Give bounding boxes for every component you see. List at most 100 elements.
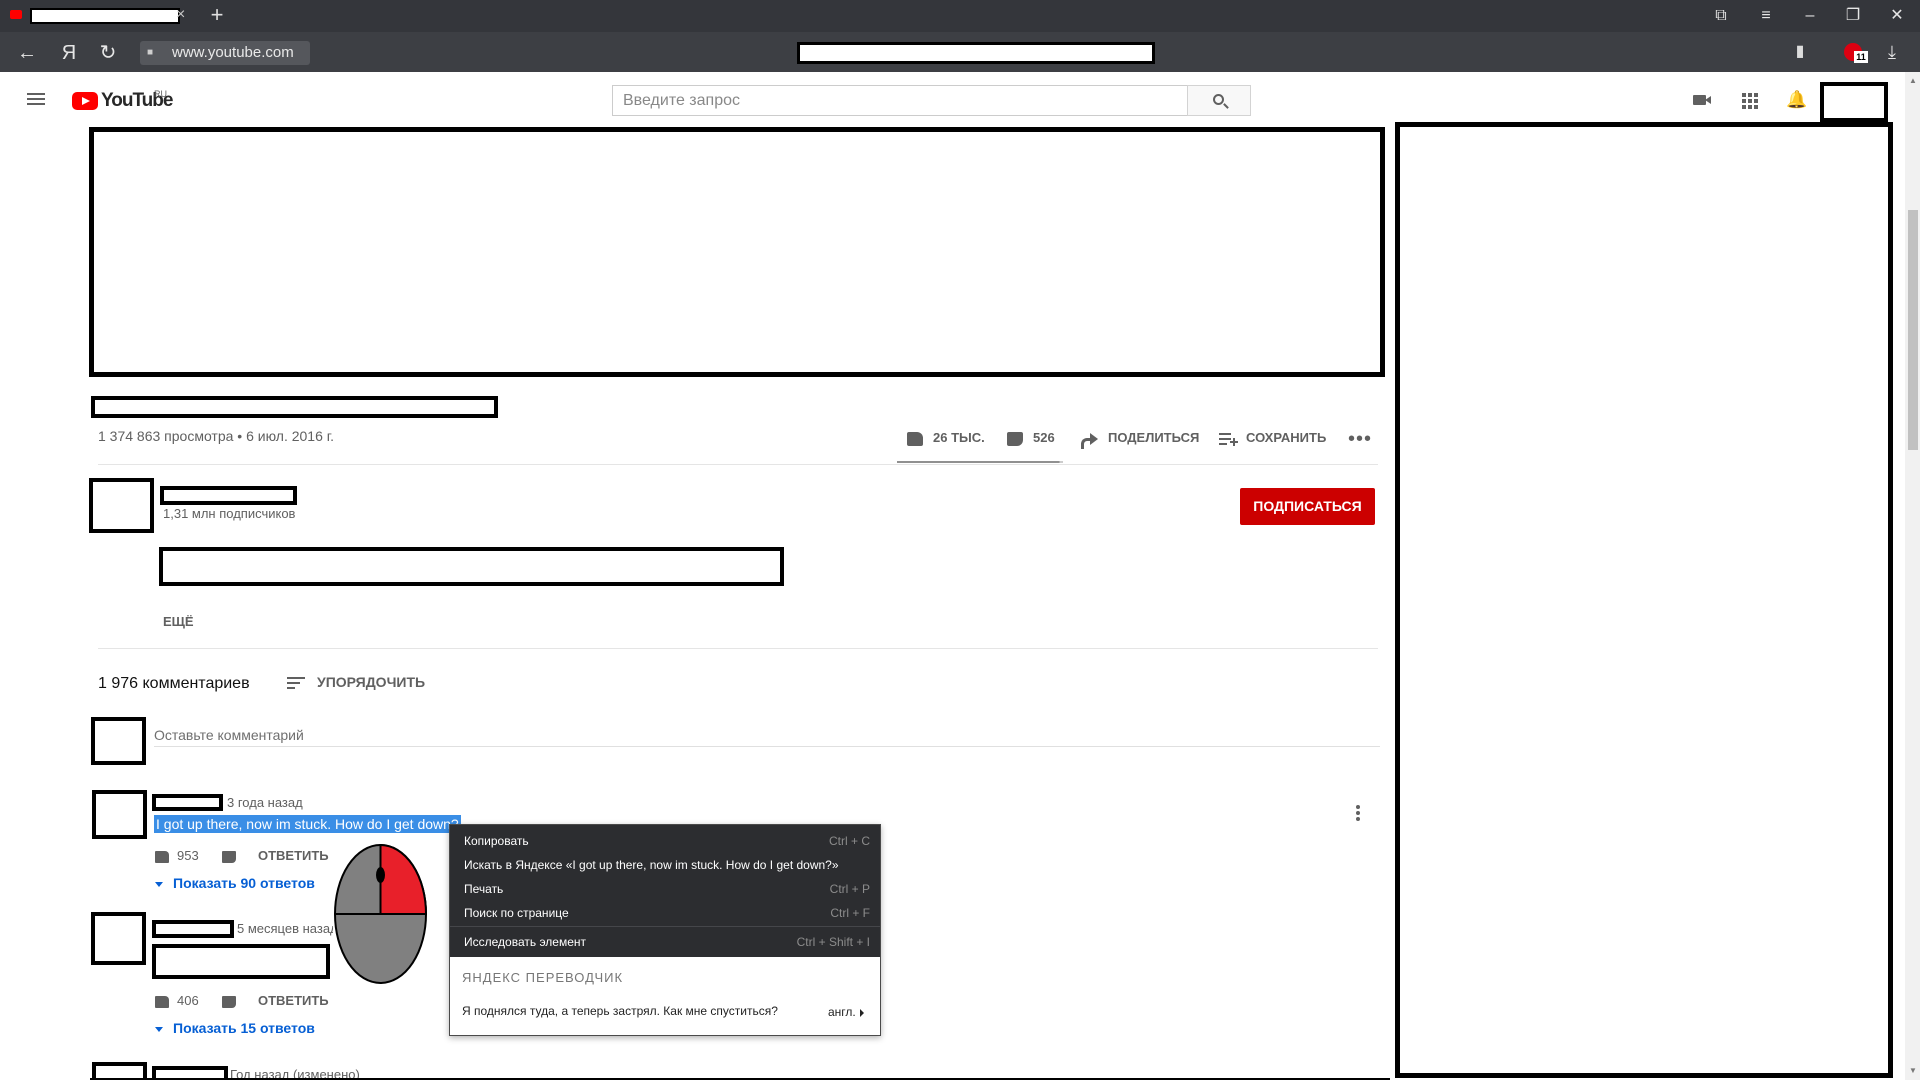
show-more-button[interactable]: ЕЩЁ <box>163 613 223 631</box>
youtube-logo[interactable]: YouTube RU <box>72 89 182 113</box>
divider <box>98 648 1378 649</box>
search-input[interactable] <box>623 90 1163 112</box>
my-avatar-redacted <box>91 717 146 765</box>
yandex-home-icon[interactable]: Я <box>57 41 81 65</box>
menu-item-inspect[interactable]: Исследовать элемент Ctrl + Shift + I <box>464 930 870 954</box>
search-button[interactable] <box>1187 85 1251 116</box>
like-button[interactable]: 26 ТЫС. <box>905 426 985 450</box>
comment-time[interactable]: 3 года назад <box>227 795 303 811</box>
back-arrow-icon[interactable]: ← <box>15 41 39 65</box>
thumb-up-icon[interactable] <box>155 850 169 863</box>
video-player-redacted[interactable] <box>89 127 1385 377</box>
show-replies-label: Показать 15 ответов <box>173 1020 315 1036</box>
like-count: 26 ТЫС. <box>933 430 985 445</box>
comment-avatar-redacted[interactable] <box>91 912 146 965</box>
new-tab-button[interactable]: + <box>206 4 228 26</box>
logo-region: RU <box>154 89 167 99</box>
translator-header: ЯНДЕКС ПЕРЕВОДЧИК <box>462 970 624 985</box>
scroll-up-icon[interactable]: ▲ <box>1908 76 1918 86</box>
minimize-icon[interactable]: – <box>1797 5 1823 27</box>
context-menu: Копировать Ctrl + C Искать в Яндексе «I … <box>449 824 881 1036</box>
related-videos-redacted <box>1395 122 1893 1078</box>
comment-like-count: 953 <box>177 848 199 863</box>
scrollbar-thumb[interactable] <box>1908 210 1918 450</box>
menu-item-print[interactable]: Печать Ctrl + P <box>464 877 870 901</box>
create-video-icon[interactable] <box>1690 88 1714 112</box>
comment-time[interactable]: 5 месяцев назад <box>237 921 333 937</box>
more-actions-icon[interactable]: ••• <box>1348 429 1372 449</box>
restore-icon[interactable]: ❐ <box>1840 5 1866 27</box>
show-replies-button[interactable]: Показать 90 ответов <box>155 873 315 893</box>
guide-menu-icon[interactable] <box>24 90 48 110</box>
apps-grid-icon[interactable] <box>1738 88 1762 112</box>
comment-input[interactable] <box>154 723 1380 747</box>
comment-author-redacted[interactable] <box>152 794 223 811</box>
comments-count: 1 976 комментариев <box>98 675 250 692</box>
sort-label: УПОРЯДОЧИТЬ <box>317 674 426 690</box>
chevron-down-icon <box>155 1026 163 1032</box>
dislike-button[interactable]: 526 <box>1005 426 1055 450</box>
subscribe-button[interactable]: ПОДПИСАТЬСЯ <box>1240 488 1375 525</box>
browser-menu-icon[interactable]: ≡ <box>1753 5 1779 27</box>
context-menu-actions: Копировать Ctrl + C Искать в Яндексе «I … <box>450 825 880 957</box>
save-button[interactable]: СОХРАНИТЬ <box>1218 426 1326 450</box>
video-title-redacted <box>91 396 498 418</box>
youtube-favicon-icon <box>10 10 22 19</box>
account-avatar-redacted[interactable] <box>1820 82 1888 122</box>
playlist-add-icon <box>1218 429 1240 449</box>
reply-button[interactable]: ОТВЕТИТЬ <box>258 848 329 863</box>
tab-title-redacted <box>30 8 180 24</box>
thumb-up-icon[interactable] <box>155 995 169 1008</box>
comment-menu-icon[interactable] <box>1356 805 1362 823</box>
menu-item-copy[interactable]: Копировать Ctrl + C <box>464 829 870 853</box>
thumb-down-icon <box>1005 429 1027 449</box>
bookmark-icon[interactable]: ▮ <box>1788 40 1812 64</box>
comment-text: I got up there, now im stuck. How do I g… <box>154 815 461 833</box>
share-icon <box>1080 429 1102 449</box>
close-window-icon[interactable]: ✕ <box>1884 5 1910 27</box>
reply-button[interactable]: ОТВЕТИТЬ <box>258 993 329 1008</box>
browser-tab-bar: × + ⧉ ≡ – ❐ ✕ <box>0 0 1920 32</box>
show-replies-label: Показать 90 ответов <box>173 875 315 891</box>
translation-text[interactable]: Я поднялся туда, а теперь застрял. Как м… <box>462 1002 802 1020</box>
comment-text-redacted <box>152 944 330 979</box>
search-box <box>612 85 1188 116</box>
lock-icon: ■ <box>147 47 154 58</box>
channel-avatar-redacted[interactable] <box>89 478 154 533</box>
scroll-down-icon[interactable]: ▼ <box>1908 1066 1918 1076</box>
right-click-mouse-icon <box>334 843 428 984</box>
download-icon[interactable]: ⤓ <box>1880 40 1904 64</box>
url-text: www.youtube.com <box>172 44 294 61</box>
thumb-up-icon <box>905 429 927 449</box>
play-logo-icon <box>72 92 98 110</box>
menu-separator <box>450 926 880 927</box>
notifications-bell-icon[interactable]: 🔔 <box>1785 88 1809 112</box>
page-title-redacted <box>797 42 1155 64</box>
menu-item-find-in-page[interactable]: Поиск по странице Ctrl + F <box>464 901 870 925</box>
share-button[interactable]: ПОДЕЛИТЬСЯ <box>1080 426 1199 450</box>
comment-like-count: 406 <box>177 993 199 1008</box>
divider <box>98 464 1378 465</box>
dislike-count: 526 <box>1033 430 1055 445</box>
thumb-down-icon[interactable] <box>222 850 237 863</box>
menu-item-search-yandex[interactable]: Искать в Яндексе «I got up there, now im… <box>464 853 870 877</box>
subscriber-count: 1,31 млн подписчиков <box>163 506 296 521</box>
browser-address-bar: ← Я ↻ ■ www.youtube.com ▮ 11 ⤓ <box>0 32 1920 72</box>
close-tab-icon[interactable]: × <box>176 6 190 24</box>
tabs-list-icon[interactable]: ⧉ <box>1708 5 1734 27</box>
browser-tab[interactable]: × <box>6 4 185 28</box>
sort-comments-button[interactable]: УПОРЯДОЧИТЬ <box>287 671 437 693</box>
show-replies-button[interactable]: Показать 15 ответов <box>155 1018 315 1038</box>
translation-language[interactable]: англ. <box>828 1003 872 1021</box>
channel-name-redacted[interactable] <box>160 486 297 505</box>
adblock-extension-icon[interactable]: 11 <box>1842 39 1868 65</box>
reload-icon[interactable]: ↻ <box>96 41 120 65</box>
sort-icon <box>287 676 307 690</box>
url-field[interactable]: ■ www.youtube.com <box>140 41 310 65</box>
comment-avatar-redacted[interactable] <box>92 790 147 839</box>
comment-author-redacted[interactable] <box>152 920 234 938</box>
search-icon <box>1213 94 1224 105</box>
like-dislike-ratio-bar <box>897 461 1063 463</box>
thumb-down-icon[interactable] <box>222 995 237 1008</box>
video-description-redacted <box>159 547 784 586</box>
